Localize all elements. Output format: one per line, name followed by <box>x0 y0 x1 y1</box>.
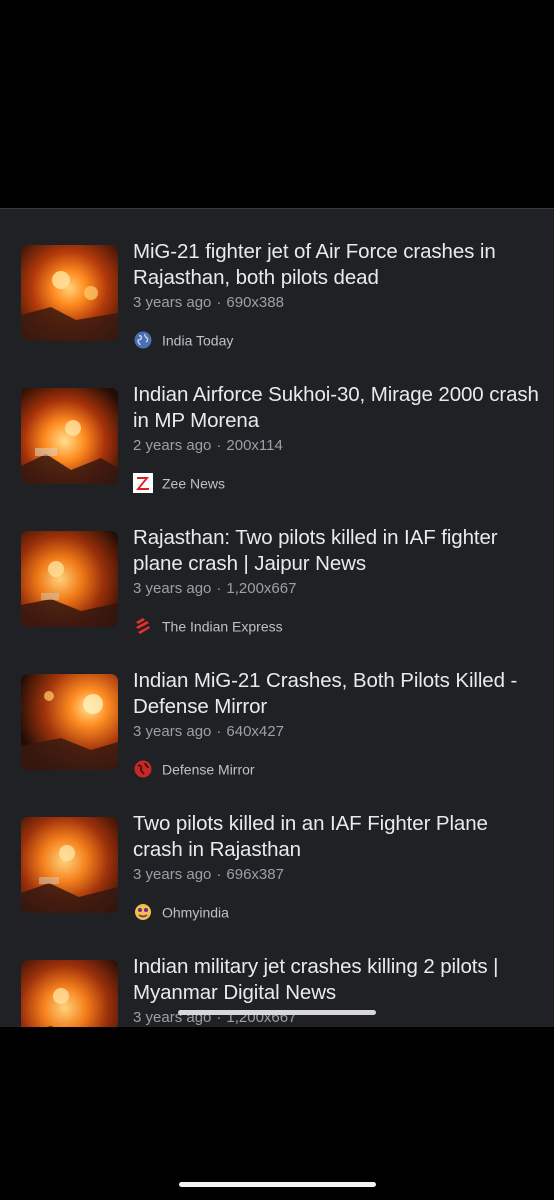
image-results-panel: MiG-21 fighter jet of Air Force crashes … <box>0 208 554 1027</box>
source-name: Defense Mirror <box>162 761 255 778</box>
result-dimensions: 696x387 <box>226 866 284 883</box>
result-item[interactable]: Rajasthan: Two pilots killed in IAF figh… <box>0 526 554 674</box>
result-dimensions: 1,200x667 <box>226 580 297 597</box>
result-dimensions: 690x388 <box>226 294 284 311</box>
zee-news-logo-icon <box>133 473 153 494</box>
screen: MiG-21 fighter jet of Air Force crashes … <box>0 0 554 1200</box>
result-source[interactable]: India Today <box>133 329 233 349</box>
source-name: The Indian Express <box>162 618 283 635</box>
result-age: 3 years ago <box>133 723 212 740</box>
result-source[interactable]: Zee News <box>133 472 226 494</box>
meta-separator: · <box>216 580 222 597</box>
source-name: Ohmyindia <box>162 904 229 921</box>
result-item[interactable]: Two pilots killed in an IAF Fighter Plan… <box>0 812 554 960</box>
result-item[interactable]: MiG-21 fighter jet of Air Force crashes … <box>0 240 554 388</box>
result-title[interactable]: MiG-21 fighter jet of Air Force crashes … <box>133 239 543 291</box>
result-thumbnail[interactable] <box>21 817 118 913</box>
result-dimensions: 200x114 <box>226 437 283 454</box>
indian-express-logo-icon <box>133 616 153 636</box>
result-age: 2 years ago <box>133 437 212 454</box>
device-home-indicator[interactable] <box>179 1182 376 1187</box>
source-name: Zee News <box>162 475 226 492</box>
defense-mirror-logo-icon <box>133 759 153 779</box>
ohmyindia-logo-icon <box>133 902 153 922</box>
meta-separator: · <box>216 723 222 740</box>
result-thumbnail[interactable] <box>21 531 118 627</box>
meta-separator: · <box>216 437 222 454</box>
result-title[interactable]: Two pilots killed in an IAF Fighter Plan… <box>133 811 543 863</box>
result-item[interactable]: Indian military jet crashes killing 2 pi… <box>0 955 554 1027</box>
result-source[interactable]: Ohmyindia <box>133 901 229 921</box>
meta-separator: · <box>216 866 222 883</box>
result-title[interactable]: Indian MiG-21 Crashes, Both Pilots Kille… <box>133 668 543 720</box>
result-item[interactable]: Indian Airforce Sukhoi-30, Mirage 2000 c… <box>0 383 554 531</box>
result-meta: 3 years ago · 1,200x667 <box>133 579 296 599</box>
result-age: 3 years ago <box>133 580 212 597</box>
result-meta: 2 years ago · 200x114 <box>133 436 283 456</box>
result-meta: 3 years ago · 696x387 <box>133 865 284 885</box>
meta-separator: · <box>216 294 222 311</box>
result-source[interactable]: Defense Mirror <box>133 758 255 778</box>
result-title[interactable]: Rajasthan: Two pilots killed in IAF figh… <box>133 525 543 577</box>
result-title[interactable]: Indian military jet crashes killing 2 pi… <box>133 954 543 1006</box>
result-meta: 3 years ago · 640x427 <box>133 722 284 742</box>
result-thumbnail[interactable] <box>21 388 118 484</box>
result-dimensions: 640x427 <box>226 723 284 740</box>
result-thumbnail[interactable] <box>21 674 118 770</box>
result-meta: 3 years ago · 690x388 <box>133 293 284 313</box>
result-title[interactable]: Indian Airforce Sukhoi-30, Mirage 2000 c… <box>133 382 543 434</box>
globe-icon <box>133 330 153 350</box>
home-indicator[interactable] <box>178 1010 376 1015</box>
result-thumbnail[interactable] <box>21 245 118 341</box>
source-name: India Today <box>162 332 234 349</box>
result-age: 3 years ago <box>133 294 212 311</box>
result-age: 3 years ago <box>133 866 212 883</box>
result-thumbnail[interactable] <box>21 960 118 1027</box>
result-item[interactable]: Indian MiG-21 Crashes, Both Pilots Kille… <box>0 669 554 817</box>
result-source[interactable]: The Indian Express <box>133 615 283 635</box>
